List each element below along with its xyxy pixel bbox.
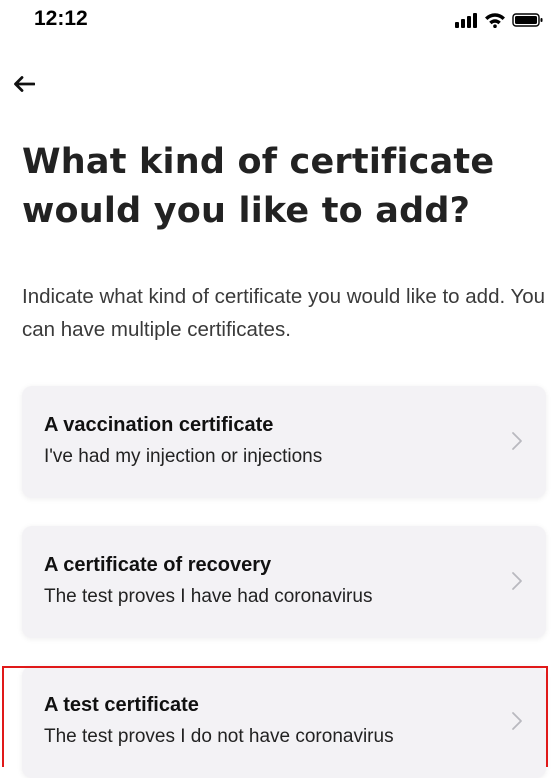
back-arrow-icon — [14, 76, 35, 92]
option-description: The test proves I do not have coronaviru… — [44, 726, 394, 747]
chevron-right-icon — [512, 432, 522, 450]
page-title: What kind of certificate would you like … — [22, 142, 495, 231]
option-title: A test certificate — [44, 694, 199, 716]
vaccination-certificate-option[interactable]: A vaccination certificate I've had my in… — [22, 386, 546, 498]
battery-icon — [512, 13, 543, 27]
option-description: I've had my injection or injections — [44, 446, 323, 467]
signal-icon — [455, 13, 477, 28]
wifi-icon — [485, 13, 505, 28]
test-certificate-option[interactable]: A test certificate The test proves I do … — [22, 666, 546, 778]
recovery-certificate-option[interactable]: A certificate of recovery The test prove… — [22, 526, 546, 638]
option-title: A certificate of recovery — [44, 554, 272, 576]
chevron-right-icon — [512, 712, 522, 730]
status-bar: 12:12 — [0, 0, 556, 44]
chevron-right-icon — [512, 572, 522, 590]
status-icons — [454, 10, 544, 30]
option-title: A vaccination certificate — [44, 414, 274, 436]
option-description: The test proves I have had coronavirus — [44, 586, 373, 607]
page-subtitle: Indicate what kind of certificate you wo… — [22, 285, 546, 341]
back-button[interactable] — [10, 70, 38, 98]
status-time: 12:12 — [34, 7, 88, 30]
